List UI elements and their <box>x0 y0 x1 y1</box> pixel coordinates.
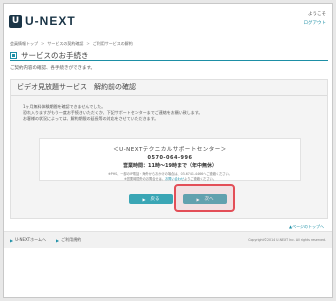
logo-text: U-NEXT <box>25 14 76 28</box>
greeting-text: ようこそ <box>308 12 326 17</box>
arrow-right-icon: ▶ <box>10 237 14 243</box>
title-divider <box>10 60 328 61</box>
support-center-box: ＜U-NEXTテクニカルサポートセンター＞ 0570-064-996 営業時間：… <box>39 138 301 181</box>
next-button-highlight <box>174 184 235 212</box>
support-hours: 営業時間：11時～19時まで（年中無休） <box>123 163 217 169</box>
inquiry-link[interactable]: お問い合わせ <box>165 177 184 181</box>
arrow-right-icon: ▶ <box>56 237 60 243</box>
breadcrumb-item-contract[interactable]: サービスの契約確認 <box>47 41 83 47</box>
page-subtitle: ご契約内容の確認、各手続きができます。 <box>10 66 96 71</box>
footer-home-label: U-NEXTホームへ <box>15 237 46 242</box>
page-top-link[interactable]: ▲ページのトップへ <box>289 224 324 230</box>
section-body: 1ヶ月無料体験期間を確認できませんでした。 恐れ入りますがもう一度お手続きいただ… <box>11 96 327 122</box>
support-note-prefix: ※営業時間外のお問合せは、 <box>124 177 165 181</box>
footer: ▶ U-NEXTホームへ ▶ ご利用規約 Copyright©2014 U-NE… <box>4 231 332 248</box>
page: U U-NEXT ようこそ ログアウト 会員情報トップ > サービスの契約確認 … <box>3 3 333 298</box>
breadcrumb-item-cancel: ご利用サービスの解約 <box>92 41 133 46</box>
breadcrumb-item-member-top[interactable]: 会員情報トップ <box>10 41 38 47</box>
back-button[interactable]: ▶ 戻る <box>129 194 173 204</box>
footer-terms-link[interactable]: ▶ ご利用規約 <box>56 237 81 243</box>
breadcrumb: 会員情報トップ > サービスの契約確認 > ご利用サービスの解約 <box>10 41 133 47</box>
chevron-right-icon: ▶ <box>142 196 146 202</box>
logo-mark: U <box>9 14 22 28</box>
logout-link[interactable]: ログアウト <box>304 20 327 26</box>
body-line: お客様の状況によっては、解約期限の延長等の対応をさせていただきます。 <box>23 116 159 121</box>
logo[interactable]: U U-NEXT <box>9 14 76 28</box>
support-title: ＜U-NEXTテクニカルサポートセンター＞ <box>113 147 227 153</box>
copyright: Copyright©2014 U-NEXT Inc. All rights re… <box>248 238 326 242</box>
footer-home-link[interactable]: ▶ U-NEXTホームへ <box>10 237 46 243</box>
header: U U-NEXT ようこそ ログアウト <box>4 4 332 36</box>
breadcrumb-separator: > <box>41 41 45 46</box>
section-heading: ビデオ見放題サービス 解約前の確認 <box>11 80 327 96</box>
support-note-suffix: よりご連絡ください。 <box>184 177 216 181</box>
support-phone: 0570-064-996 <box>147 155 193 161</box>
support-note-line: ※営業時間外のお問合せは、お問い合わせよりご連絡ください。 <box>40 177 300 182</box>
support-note: ※PHS、一部のIP電話・海外からおかけの場合は、03-6741-4466へご連… <box>40 172 300 182</box>
title-square-icon <box>10 52 17 59</box>
breadcrumb-separator: > <box>86 41 90 46</box>
footer-terms-label: ご利用規約 <box>61 237 82 242</box>
back-button-label: 戻る <box>150 197 160 202</box>
cancel-confirm-section: ビデオ見放題サービス 解約前の確認 1ヶ月無料体験期間を確認できませんでした。 … <box>10 79 328 219</box>
